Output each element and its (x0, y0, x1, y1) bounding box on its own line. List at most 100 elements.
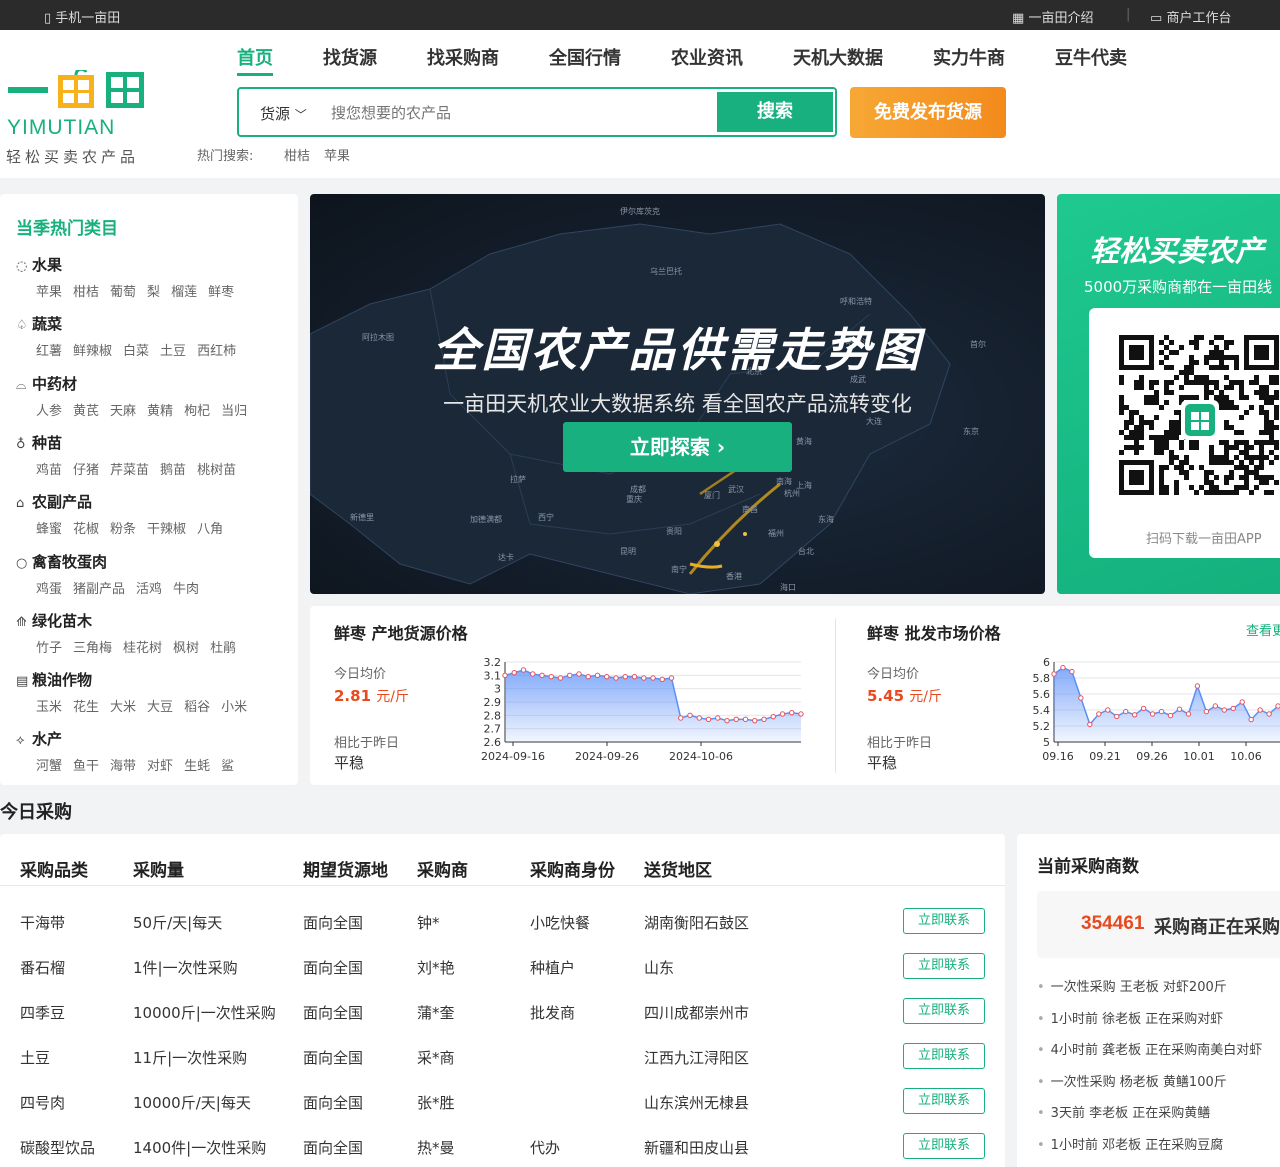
price-point (511, 669, 517, 676)
category-item[interactable]: 猪副产品 (73, 582, 125, 597)
building-icon: ▦ (1012, 11, 1025, 26)
category-item[interactable]: 天麻 (110, 404, 136, 419)
category-item[interactable]: 鸡蛋 (36, 582, 62, 597)
category-item[interactable]: 枸杞 (184, 404, 210, 419)
contact-button[interactable]: 立即联系 (903, 998, 985, 1024)
category-item[interactable]: 活鸡 (136, 582, 162, 597)
category-item[interactable]: 梨 (147, 285, 160, 300)
nav-market[interactable]: 全国行情 (549, 44, 621, 70)
category-item[interactable]: 干辣椒 (147, 522, 186, 537)
merchant-link[interactable]: ▭ 商户工作台 (1150, 7, 1231, 26)
logo[interactable] (8, 67, 146, 110)
category-item[interactable]: 西红柿 (197, 344, 236, 359)
search-input[interactable] (331, 102, 701, 124)
publish-supply-button[interactable]: 免费发布货源 (850, 87, 1006, 138)
category-item[interactable]: 黄芪 (73, 404, 99, 419)
nav-find-buyers[interactable]: 找采购商 (427, 44, 499, 70)
price-point (1194, 683, 1201, 689)
nav-find-supply[interactable]: 找货源 (323, 44, 377, 70)
category-name[interactable]: ♤ 蔬菜 (16, 313, 247, 334)
category-name[interactable]: ⟰ 绿化苗木 (16, 610, 247, 631)
category-item[interactable]: 鲜辣椒 (73, 344, 112, 359)
category-item[interactable]: 柑桔 (73, 285, 99, 300)
category-name[interactable]: ▤ 粮油作物 (16, 669, 258, 690)
category-item[interactable]: 对虾 (147, 759, 173, 774)
price-point (1087, 721, 1093, 728)
category-item[interactable]: 大米 (110, 700, 136, 715)
category-item[interactable]: 玉米 (36, 700, 62, 715)
category-item[interactable]: 河蟹 (36, 759, 62, 774)
category-group: ◌ 水果苹果 柑桔 葡萄梨榴莲 鲜枣 (16, 254, 245, 300)
category-item[interactable]: 蜂蜜 (36, 522, 62, 537)
category-item[interactable]: 大豆 (147, 700, 173, 715)
category-item[interactable]: 枫树 (173, 641, 199, 656)
category-item[interactable]: 三角梅 (73, 641, 112, 656)
contact-button[interactable]: 立即联系 (903, 1043, 985, 1069)
category-item[interactable]: 桃树苗 (197, 463, 236, 478)
nav-home[interactable]: 首页 (237, 44, 273, 76)
category-item[interactable]: 牛肉 (173, 582, 199, 597)
contact-button[interactable]: 立即联系 (903, 908, 985, 934)
nav-consign[interactable]: 豆牛代卖 (1055, 44, 1127, 70)
contact-button[interactable]: 立即联系 (903, 1088, 985, 1114)
category-item[interactable]: 仔猪 (73, 463, 99, 478)
category-item[interactable]: 鲜枣 (208, 285, 234, 300)
price-point (585, 673, 591, 680)
category-item[interactable]: 粉条 (110, 522, 136, 537)
category-item[interactable]: 葡萄 (110, 285, 136, 300)
buyers-count: 354461 (1081, 913, 1145, 934)
category-item[interactable]: 小米 (221, 700, 247, 715)
banner[interactable]: 伊尔库茨克 乌兰巴托 呼和浩特 哈尔滨 北京 成武 大连 首尔 东京 上海 武汉 杭州 南昌 福州 台北 厦门… (310, 194, 1045, 594)
category-item[interactable]: 八角 (197, 522, 223, 537)
category-name[interactable]: ○ 禽畜牧蛋肉 (16, 551, 210, 572)
category-item[interactable]: 鲨 (221, 759, 234, 774)
search-type-select[interactable]: 货源 ﹀ (260, 103, 307, 124)
nav-news[interactable]: 农业资讯 (671, 44, 743, 70)
category-name[interactable]: ⌂ 农副产品 (16, 491, 234, 512)
contact-button[interactable]: 立即联系 (903, 953, 985, 979)
seedling-icon: ♁ (16, 436, 26, 452)
category-item[interactable]: 榴莲 (171, 285, 197, 300)
mobile-link[interactable]: ▯ 手机一亩田 (44, 7, 120, 26)
contact-button[interactable]: 立即联系 (903, 1133, 985, 1159)
category-name[interactable]: ♁ 种苗 (16, 432, 247, 453)
category-item[interactable]: 花生 (73, 700, 99, 715)
category-item[interactable]: 杜鹃 (210, 641, 236, 656)
category-item[interactable]: 白菜 (123, 344, 149, 359)
map-label: 东京 (963, 427, 979, 436)
category-item[interactable]: 鸡苗 (36, 463, 62, 478)
nav-bigdata[interactable]: 天机大数据 (793, 44, 883, 70)
category-item[interactable]: 当归 (221, 404, 247, 419)
category-name[interactable]: ⌓ 中药材 (16, 373, 258, 394)
category-item[interactable]: 鱼干 (73, 759, 99, 774)
view-more-link[interactable]: 查看更 (1246, 620, 1280, 639)
category-item[interactable]: 海带 (110, 759, 136, 774)
category-item[interactable]: 竹子 (36, 641, 62, 656)
intro-link[interactable]: ▦ 一亩田介绍 (1012, 7, 1093, 26)
explore-button[interactable]: 立即探索 › (563, 422, 792, 472)
category-item[interactable]: 桂花树 (123, 641, 162, 656)
category-group: ○ 禽畜牧蛋肉鸡蛋 猪副产品 活鸡 牛肉 (16, 551, 210, 597)
category-item[interactable]: 红薯 (36, 344, 62, 359)
table-cell: 11斤|一次性采购 (133, 1049, 248, 1067)
category-item[interactable]: 稻谷 (184, 700, 210, 715)
category-name[interactable]: ◌ 水果 (16, 254, 245, 275)
category-item[interactable]: 花椒 (73, 522, 99, 537)
header: YIMUTIAN 轻松买卖农产品 首页 找货源 找采购商 全国行情 农业资讯 天… (0, 30, 1280, 178)
qr-code-icon[interactable] (1119, 330, 1279, 505)
hot-search-item[interactable]: 柑桔 (284, 145, 310, 164)
category-item[interactable]: 人参 (36, 404, 62, 419)
nav-merchants[interactable]: 实力牛商 (933, 44, 1005, 70)
category-item[interactable]: 生蚝 (184, 759, 210, 774)
category-item[interactable]: 黄精 (147, 404, 173, 419)
search-button[interactable]: 搜索 (717, 92, 833, 132)
price-point (650, 675, 656, 681)
hot-search-item[interactable]: 苹果 (324, 145, 350, 164)
table-cell: 面向全国 (303, 1004, 364, 1022)
category-item[interactable]: 鹅苗 (160, 463, 186, 478)
category-name[interactable]: ⟡ 水产 (16, 728, 245, 749)
table-cell: 四号肉 (20, 1094, 66, 1112)
category-item[interactable]: 苹果 (36, 285, 62, 300)
category-item[interactable]: 芹菜苗 (110, 463, 149, 478)
category-item[interactable]: 土豆 (160, 344, 186, 359)
